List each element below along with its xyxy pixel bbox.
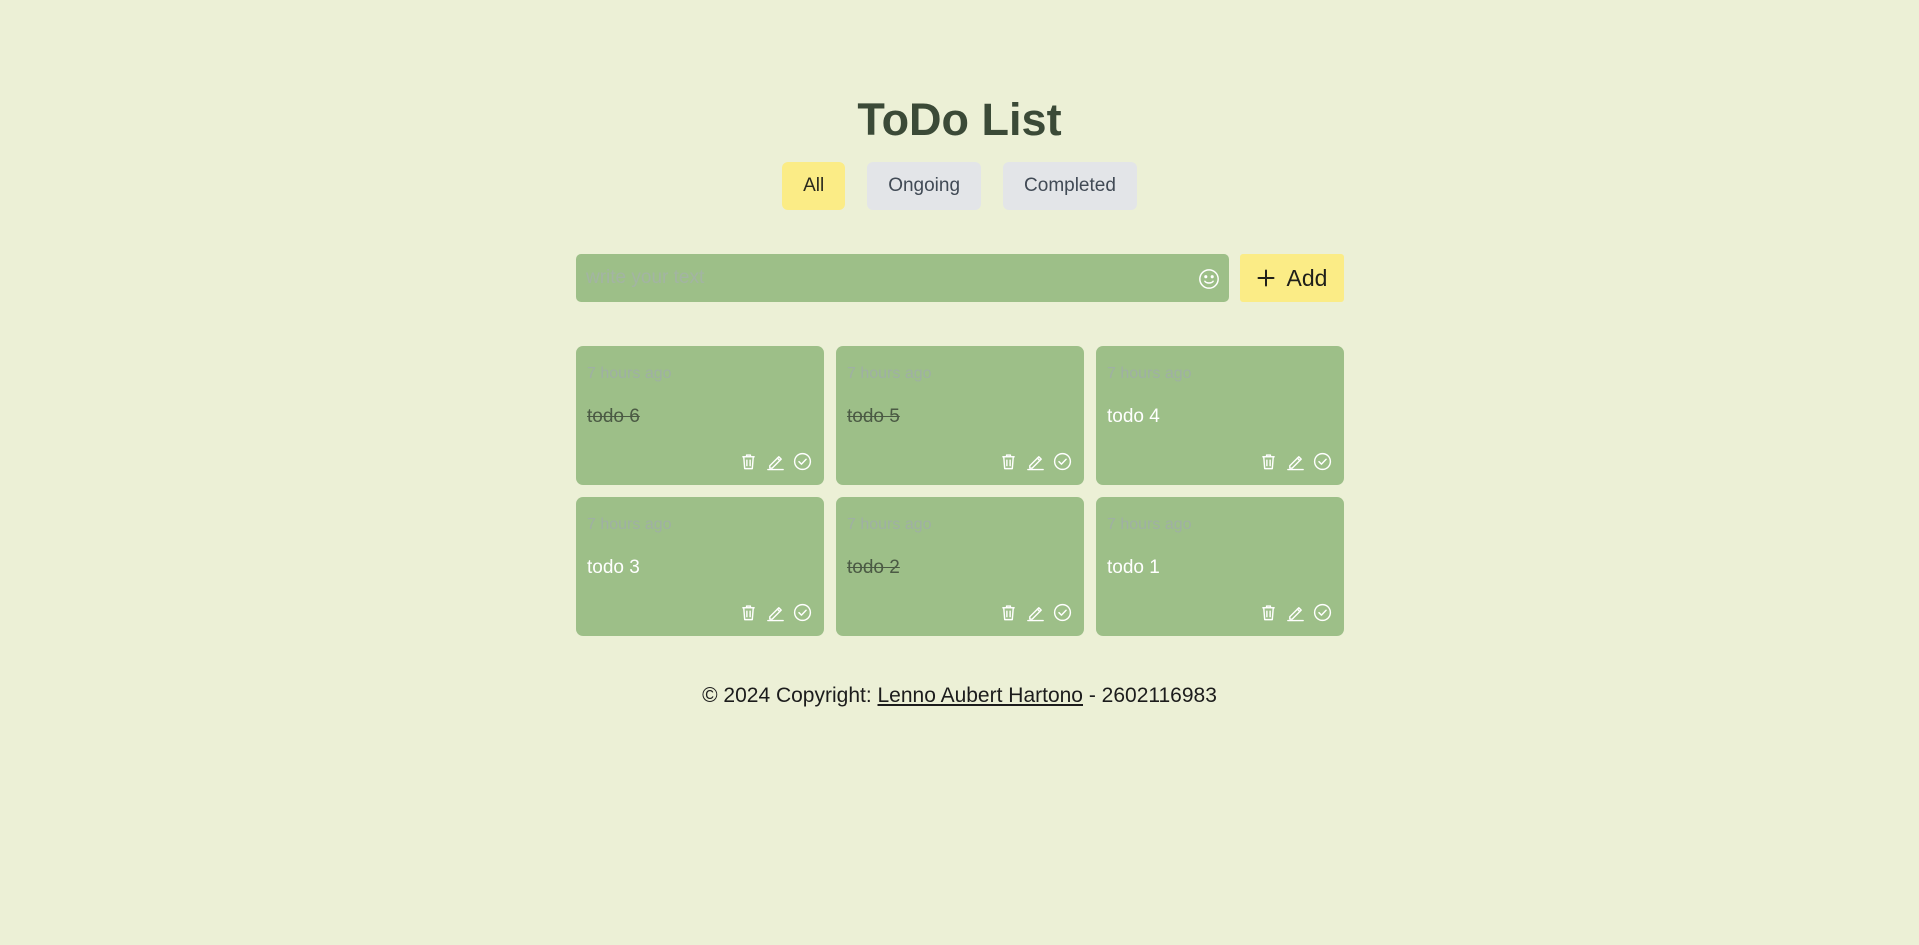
pencil-icon[interactable]	[1286, 452, 1305, 471]
todo-card: 7 hours ago todo 1	[1096, 497, 1344, 636]
todo-text: todo 1	[1107, 557, 1160, 578]
todo-timestamp: 7 hours ago	[1107, 516, 1192, 533]
trash-icon[interactable]	[999, 452, 1018, 471]
todo-actions	[739, 452, 812, 471]
footer-id: - 2602116983	[1083, 684, 1217, 707]
check-circle-icon[interactable]	[1053, 603, 1072, 622]
plus-icon	[1257, 269, 1275, 287]
trash-icon[interactable]	[739, 452, 758, 471]
todo-text: todo 2	[847, 557, 900, 578]
check-circle-icon[interactable]	[793, 603, 812, 622]
todo-card: 7 hours ago todo 4	[1096, 346, 1344, 485]
filter-tabs: All Ongoing Completed	[0, 162, 1919, 210]
trash-icon[interactable]	[1259, 603, 1278, 622]
trash-icon[interactable]	[999, 603, 1018, 622]
check-circle-icon[interactable]	[1313, 452, 1332, 471]
todo-timestamp: 7 hours ago	[587, 516, 672, 533]
todo-card: 7 hours ago todo 6	[576, 346, 824, 485]
page-title: ToDo List	[857, 94, 1062, 145]
pencil-icon[interactable]	[1026, 452, 1045, 471]
author-link[interactable]: Lenno Aubert Hartono	[878, 684, 1084, 707]
todo-text: todo 5	[847, 406, 900, 427]
todo-grid: 7 hours ago todo 6 7 hours ago todo 5 7 …	[576, 346, 1344, 636]
todo-text: todo 4	[1107, 406, 1160, 427]
add-button[interactable]: Add	[1240, 254, 1344, 302]
pencil-icon[interactable]	[766, 603, 785, 622]
filter-all-button[interactable]: All	[782, 162, 846, 210]
pencil-icon[interactable]	[1286, 603, 1305, 622]
todo-text: todo 6	[587, 406, 640, 427]
filter-ongoing-button[interactable]: Ongoing	[867, 162, 982, 210]
pencil-icon[interactable]	[766, 452, 785, 471]
smiley-icon[interactable]	[1198, 268, 1220, 290]
todo-input-container	[576, 254, 1229, 302]
filter-completed-button[interactable]: Completed	[1003, 162, 1137, 210]
pencil-icon[interactable]	[1026, 603, 1045, 622]
check-circle-icon[interactable]	[1313, 603, 1332, 622]
todo-actions	[999, 603, 1072, 622]
todo-timestamp: 7 hours ago	[847, 365, 932, 382]
check-circle-icon[interactable]	[1053, 452, 1072, 471]
add-todo-row: Add	[576, 254, 1344, 302]
footer-copyright: © 2024 Copyright:	[702, 684, 878, 707]
trash-icon[interactable]	[1259, 452, 1278, 471]
todo-text: todo 3	[587, 557, 640, 578]
todo-card: 7 hours ago todo 5	[836, 346, 1084, 485]
todo-timestamp: 7 hours ago	[1107, 365, 1192, 382]
todo-timestamp: 7 hours ago	[587, 365, 672, 382]
todo-actions	[999, 452, 1072, 471]
todo-card: 7 hours ago todo 3	[576, 497, 824, 636]
todo-card: 7 hours ago todo 2	[836, 497, 1084, 636]
page: ToDo List All Ongoing Completed Add 7 ho…	[0, 0, 1919, 945]
todo-actions	[1259, 452, 1332, 471]
footer: © 2024 Copyright: Lenno Aubert Hartono -…	[0, 684, 1919, 708]
add-button-label: Add	[1286, 264, 1328, 291]
todo-text-input[interactable]	[576, 254, 1176, 302]
todo-timestamp: 7 hours ago	[847, 516, 932, 533]
todo-actions	[1259, 603, 1332, 622]
trash-icon[interactable]	[739, 603, 758, 622]
check-circle-icon[interactable]	[793, 452, 812, 471]
todo-actions	[739, 603, 812, 622]
